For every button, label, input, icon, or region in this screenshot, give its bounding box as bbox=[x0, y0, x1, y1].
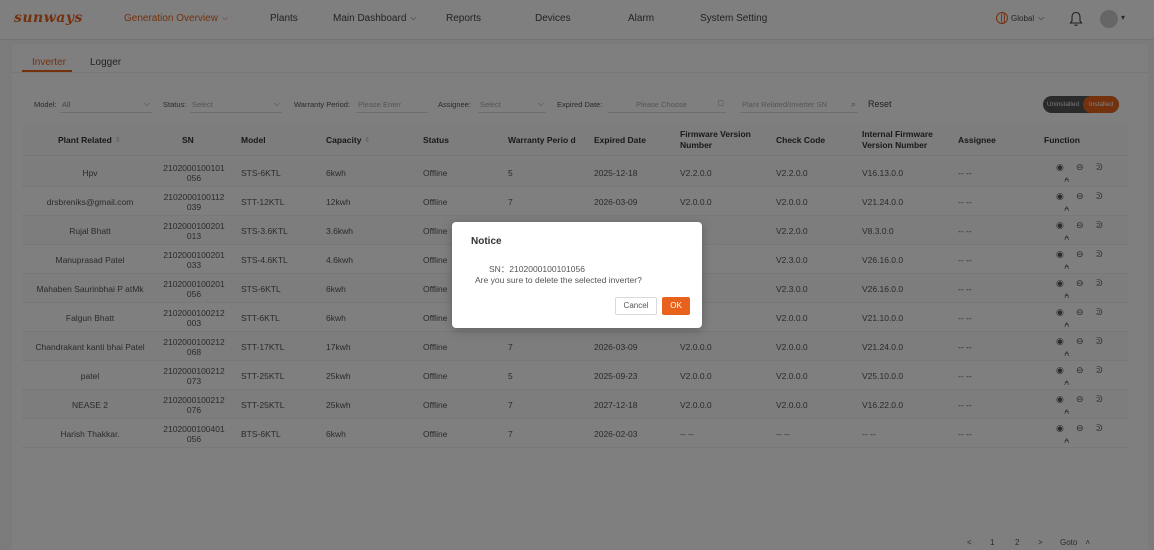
app-root: sunways Generation Overview⌵ Plants Main… bbox=[0, 0, 1154, 550]
notice-dialog: Notice SN：2102000100101056 Are you sure … bbox=[452, 222, 702, 328]
dialog-message: Are you sure to delete the selected inve… bbox=[475, 275, 642, 285]
dialog-sn: SN：2102000100101056 bbox=[489, 264, 585, 274]
cancel-button[interactable]: Cancel bbox=[615, 297, 657, 315]
ok-button[interactable]: OK bbox=[662, 297, 690, 315]
dialog-title: Notice bbox=[471, 236, 502, 247]
